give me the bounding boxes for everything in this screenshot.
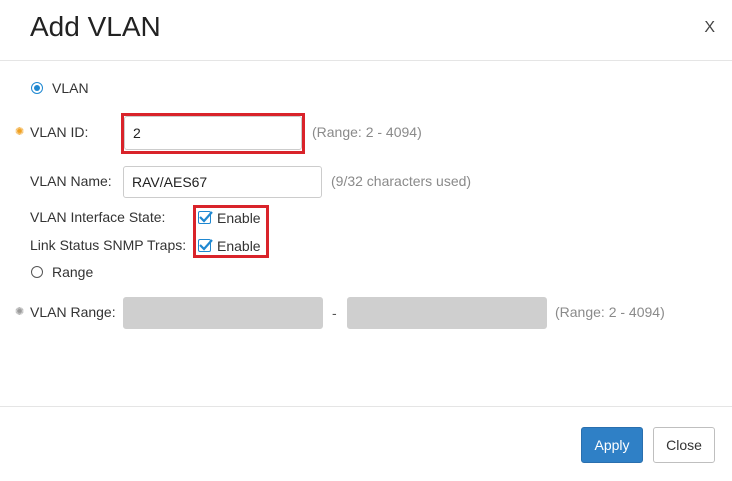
required-asterisk-icon: ✺ bbox=[15, 126, 25, 138]
vlan-name-label: VLAN Name: bbox=[30, 173, 112, 189]
required-asterisk-icon: ✺ bbox=[15, 306, 25, 318]
vlan-id-input[interactable] bbox=[124, 116, 302, 150]
close-icon[interactable]: X bbox=[704, 19, 715, 37]
checkmark-icon bbox=[199, 211, 213, 223]
vlan-range-end-input[interactable] bbox=[347, 297, 547, 329]
vlan-radio[interactable] bbox=[31, 82, 43, 94]
vlan-range-separator: - bbox=[332, 305, 337, 321]
snmp-traps-enable-label: Enable bbox=[217, 238, 261, 254]
vlan-range-start-input[interactable] bbox=[123, 297, 323, 329]
snmp-traps-label: Link Status SNMP Traps: bbox=[30, 237, 187, 253]
close-button[interactable]: Close bbox=[653, 427, 715, 463]
range-radio-label: Range bbox=[52, 264, 94, 280]
interface-state-enable-label: Enable bbox=[217, 210, 261, 226]
apply-button[interactable]: Apply bbox=[581, 427, 643, 463]
vlan-id-range-hint: (Range: 2 - 4094) bbox=[312, 124, 422, 140]
add-vlan-dialog: Add VLAN X VLAN ✺ VLAN ID: (Range: 2 - 4… bbox=[0, 0, 732, 481]
interface-state-checkbox[interactable] bbox=[198, 211, 213, 224]
checkmark-icon bbox=[199, 239, 213, 251]
dialog-title: Add VLAN bbox=[30, 11, 161, 42]
vlan-radio-label: VLAN bbox=[52, 80, 89, 96]
vlan-range-label: VLAN Range: bbox=[30, 304, 116, 320]
snmp-traps-checkbox[interactable] bbox=[198, 239, 213, 252]
vlan-id-label: VLAN ID: bbox=[30, 124, 89, 140]
vlan-name-count-hint: (9/32 characters used) bbox=[331, 173, 472, 189]
dialog-header: Add VLAN X bbox=[0, 0, 732, 61]
vlan-range-hint: (Range: 2 - 4094) bbox=[555, 304, 665, 320]
dialog-footer: Apply Close bbox=[0, 406, 732, 481]
vlan-name-input[interactable] bbox=[123, 166, 322, 198]
interface-state-label: VLAN Interface State: bbox=[30, 209, 166, 225]
range-radio[interactable] bbox=[31, 266, 43, 278]
